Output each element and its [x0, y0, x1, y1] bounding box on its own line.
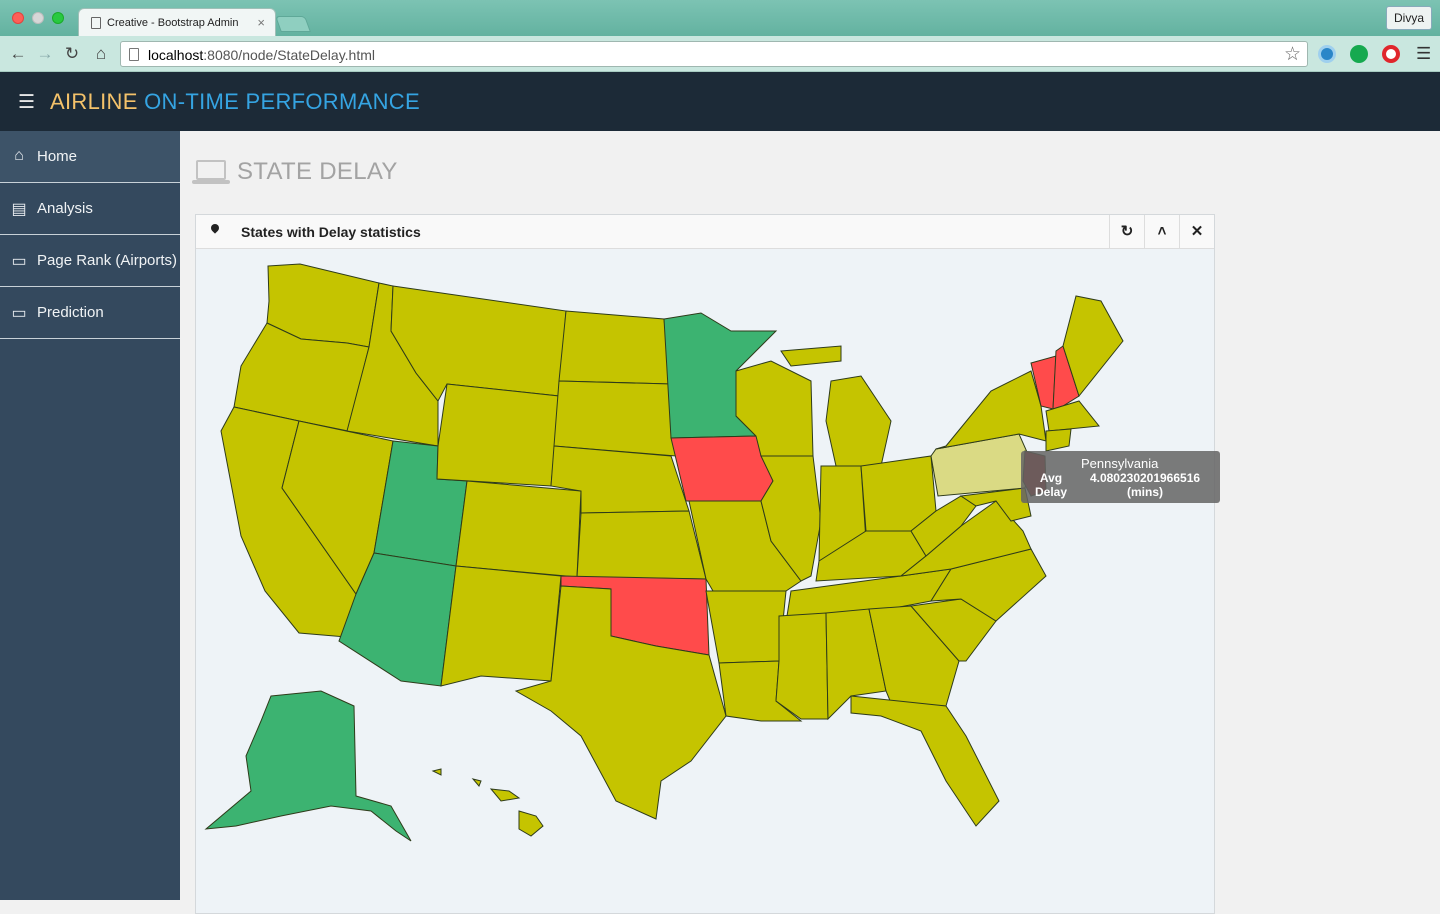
close-window-button[interactable] [12, 12, 24, 24]
page-icon [129, 48, 139, 61]
state-north-dakota[interactable] [558, 310, 672, 385]
state-connecticut[interactable] [1045, 428, 1072, 452]
laptop-icon [192, 160, 230, 184]
tooltip-state-name: Pennsylvania [1081, 456, 1159, 471]
chevron-up-icon[interactable]: ˄ [1144, 215, 1179, 249]
panel-header: States with Delay statistics ↻ ˄ ✕ [196, 215, 1214, 249]
minimize-window-button[interactable] [32, 12, 44, 24]
map-marker-icon [209, 222, 221, 234]
reload-icon[interactable]: ↻ [62, 44, 82, 64]
url-text: localhost:8080/node/StateDelay.html [148, 47, 376, 63]
sidebar-item-label: Analysis [37, 200, 93, 217]
app-header: ☰ AIRLINE ON-TIME PERFORMANCE [0, 72, 1440, 131]
state-alaska[interactable] [204, 690, 412, 842]
extension-opera-icon[interactable] [1382, 45, 1400, 63]
monitor-icon: ▭ [11, 305, 27, 322]
back-icon[interactable]: ← [8, 44, 28, 64]
page-title: STATE DELAY [237, 158, 398, 185]
tab-close-icon[interactable]: × [257, 15, 265, 30]
state-kansas[interactable] [576, 510, 707, 580]
sidebar-item-label: Home [37, 148, 78, 165]
browser-menu-icon[interactable]: ☰ [1416, 44, 1431, 64]
state-new-york[interactable] [935, 370, 1047, 450]
us-state-map [204, 263, 1124, 842]
map-panel: States with Delay statistics ↻ ˄ ✕ [195, 214, 1215, 914]
state-tooltip: Pennsylvania Avg Delay 4.080230201966516(… [1021, 451, 1220, 503]
bookmark-star-icon[interactable]: ☆ [1284, 43, 1301, 66]
browser-toolbar: ← → ↻ ⌂ localhost:8080/node/StateDelay.h… [0, 36, 1440, 72]
sidebar-item-label: Prediction [37, 304, 104, 321]
state-colorado[interactable] [455, 480, 582, 578]
maximize-window-button[interactable] [52, 12, 64, 24]
browser-titlebar: Creative - Bootstrap Admin × Divya [0, 0, 1440, 36]
home-icon: ⌂ [14, 147, 24, 164]
state-arkansas[interactable] [705, 590, 787, 664]
sidebar-item-page-rank[interactable]: ▭ Page Rank (Airports) [0, 235, 180, 287]
profile-button[interactable]: Divya [1385, 6, 1432, 30]
tab-title: Creative - Bootstrap Admin [107, 17, 239, 29]
close-icon[interactable]: ✕ [1179, 215, 1214, 249]
extension-blue-icon[interactable] [1318, 45, 1336, 63]
sidebar-item-home[interactable]: ⌂ Home [0, 131, 180, 183]
sidebar-item-analysis[interactable]: ▤ Analysis [0, 183, 180, 235]
forward-icon[interactable]: → [35, 44, 55, 64]
state-florida[interactable] [850, 695, 1000, 827]
address-bar[interactable]: localhost:8080/node/StateDelay.html ☆ [120, 41, 1308, 67]
page-icon [91, 17, 101, 29]
hamburger-menu-icon[interactable]: ☰ [18, 91, 35, 114]
state-iowa[interactable] [670, 435, 774, 502]
brand-title[interactable]: AIRLINE ON-TIME PERFORMANCE [50, 89, 420, 115]
state-hawaii[interactable] [431, 768, 544, 837]
sidebar-item-label: Page Rank (Airports) [37, 252, 178, 269]
monitor-icon: ▭ [11, 253, 27, 270]
panel-title: States with Delay statistics [241, 224, 421, 240]
browser-tab[interactable]: Creative - Bootstrap Admin × [78, 8, 276, 36]
state-south-dakota[interactable] [553, 380, 677, 457]
state-new-mexico[interactable] [440, 565, 562, 687]
state-mississippi[interactable] [775, 612, 829, 720]
state-wyoming[interactable] [436, 383, 560, 487]
new-tab-button[interactable] [275, 16, 311, 32]
state-pennsylvania[interactable] [930, 433, 1032, 497]
tooltip-label: Avg Delay [1034, 471, 1068, 499]
refresh-icon[interactable]: ↻ [1109, 215, 1144, 249]
tooltip-value: 4.080230201966516 (mins) [1089, 471, 1201, 499]
extension-green-icon[interactable] [1350, 45, 1368, 63]
sidebar-item-prediction[interactable]: ▭ Prediction [0, 287, 180, 339]
home-browser-icon[interactable]: ⌂ [91, 44, 111, 64]
sidebar: ⌂ Home ▤ Analysis ▭ Page Rank (Airports)… [0, 131, 180, 900]
document-icon: ▤ [11, 201, 27, 218]
